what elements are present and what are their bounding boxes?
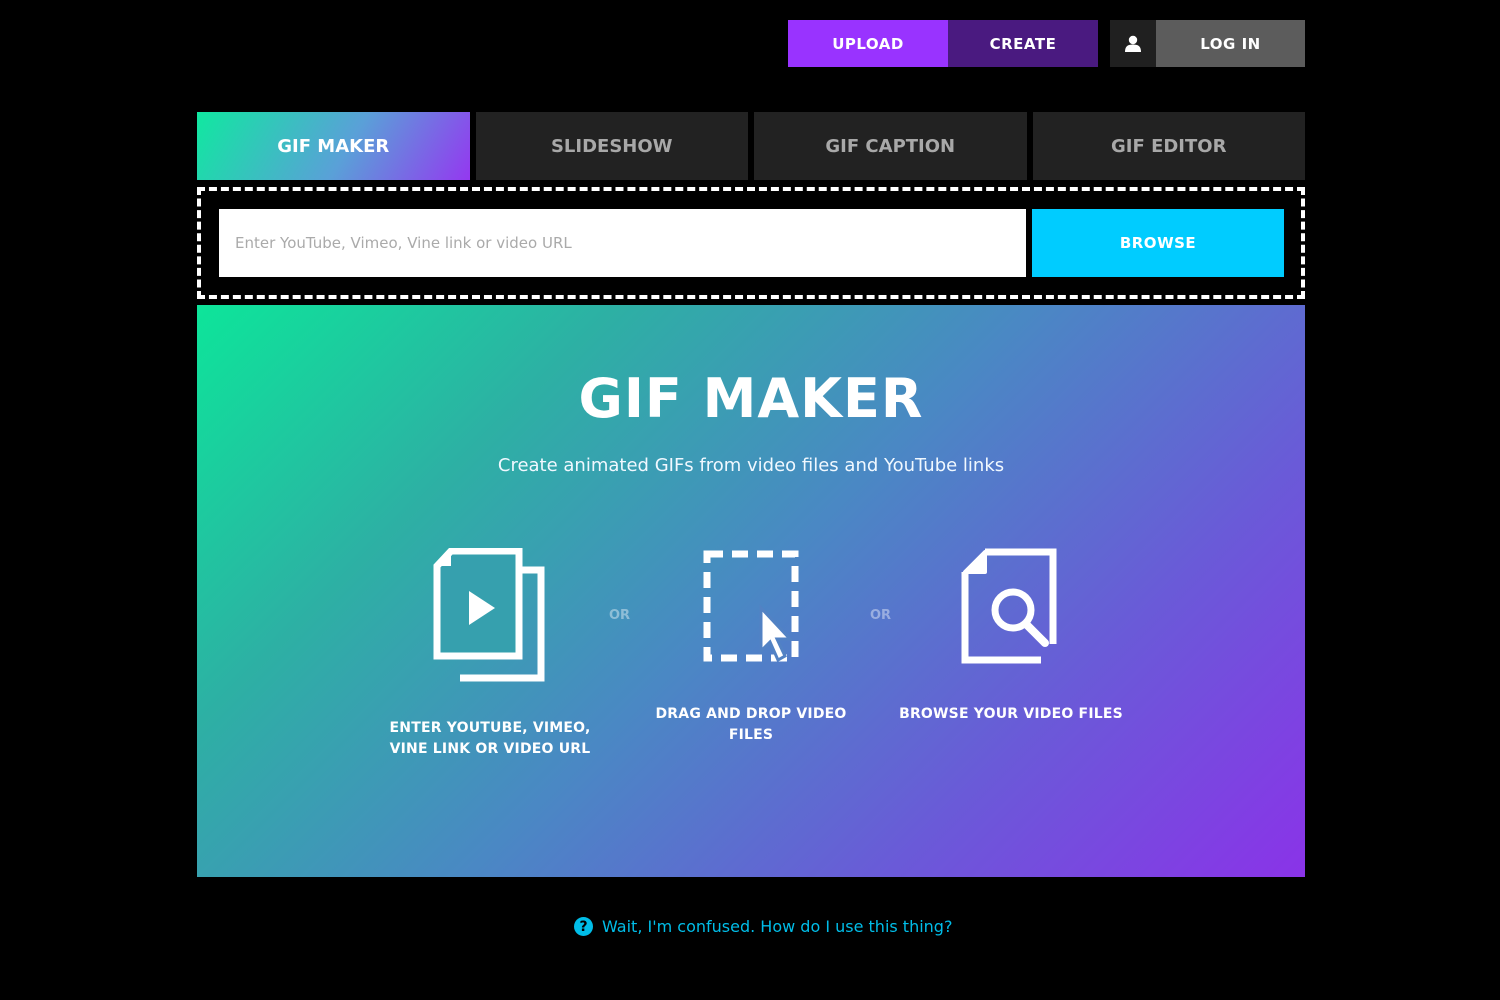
question-icon: ?	[574, 917, 593, 936]
video-url-input[interactable]	[219, 209, 1026, 277]
option-label: ENTER YOUTUBE, VIMEO, VINE LINK OR VIDEO…	[389, 720, 591, 757]
option-label: BROWSE YOUR VIDEO FILES	[899, 706, 1123, 722]
browse-button[interactable]: BROWSE	[1032, 209, 1284, 277]
option-enter-url[interactable]: ENTER YOUTUBE, VIMEO, VINE LINK OR VIDEO…	[370, 548, 610, 760]
drag-drop-icon	[703, 550, 799, 663]
tab-gif-editor[interactable]: GIF EDITOR	[1032, 112, 1305, 180]
tab-slideshow[interactable]: SLIDESHOW	[475, 112, 748, 180]
login-button[interactable]: LOG IN	[1156, 20, 1305, 67]
or-separator: OR	[609, 608, 631, 623]
top-nav: UPLOAD CREATE LOG IN	[788, 20, 1305, 67]
gif-maker-panel[interactable]: GIF MAKER Create animated GIFs from vide…	[197, 305, 1305, 877]
upload-button[interactable]: UPLOAD	[788, 20, 948, 67]
tool-tabs: GIF MAKER SLIDESHOW GIF CAPTION GIF EDIT…	[197, 112, 1305, 180]
page-title: GIF MAKER	[578, 367, 924, 430]
user-icon	[1125, 35, 1141, 52]
or-separator: OR	[870, 608, 892, 623]
tab-gif-caption[interactable]: GIF CAPTION	[754, 112, 1027, 180]
help-text[interactable]: Wait, I'm confused. How do I use this th…	[602, 917, 952, 936]
option-drag-drop[interactable]: DRAG AND DROP VIDEO FILES	[631, 548, 871, 746]
tab-gif-maker[interactable]: GIF MAKER	[197, 112, 470, 180]
option-label: DRAG AND DROP VIDEO FILES	[655, 706, 847, 743]
create-button[interactable]: CREATE	[948, 20, 1098, 67]
page-subtitle: Create animated GIFs from video files an…	[497, 455, 1005, 476]
url-drop-zone[interactable]: BROWSE	[197, 187, 1305, 299]
video-files-icon	[433, 548, 545, 682]
help-link[interactable]: ? Wait, I'm confused. How do I use this …	[574, 917, 952, 936]
browse-file-icon	[961, 548, 1057, 664]
option-browse-files[interactable]: BROWSE YOUR VIDEO FILES	[891, 548, 1131, 725]
user-button[interactable]	[1110, 20, 1156, 67]
